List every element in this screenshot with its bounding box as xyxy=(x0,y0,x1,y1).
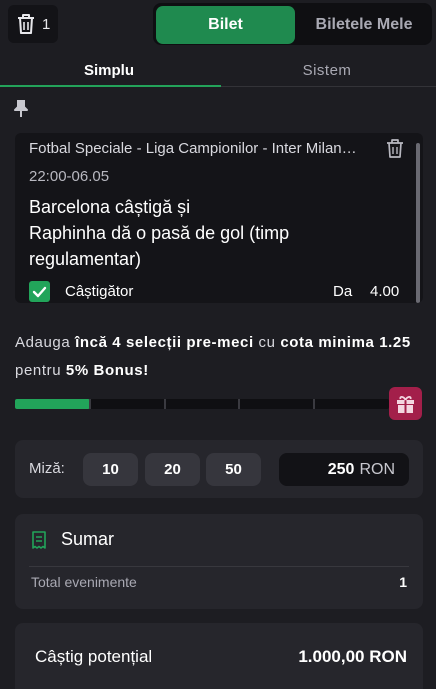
clear-betslip-button[interactable]: 1 xyxy=(8,5,58,43)
gift-button[interactable] xyxy=(389,387,422,420)
tab-biletele-mele[interactable]: Biletele Mele xyxy=(299,6,429,44)
summary-divider xyxy=(29,566,409,567)
delete-icon[interactable] xyxy=(386,139,404,159)
promo-text-3: pentru xyxy=(15,362,66,379)
progress-segment-divider xyxy=(163,399,166,409)
total-events-value: 1 xyxy=(399,574,407,590)
check-icon xyxy=(32,286,47,298)
promo-selections: încă 4 selecții pre-meci xyxy=(75,334,254,351)
summary-title: Sumar xyxy=(61,529,115,549)
market-name: Barcelona câștigă și Raphinha dă o pasă … xyxy=(29,194,389,272)
potential-win-panel: Câștig potențial 1.000,00 RON xyxy=(15,623,423,689)
progress-segment-divider xyxy=(88,399,91,409)
pick-label: Câștigător xyxy=(65,283,134,300)
progress-segment-divider xyxy=(238,399,241,409)
tab-sistem[interactable]: Sistem xyxy=(218,52,436,88)
potential-win-value: 1.000,00 RON xyxy=(298,647,407,666)
progress-segment-divider xyxy=(313,399,316,409)
stake-amount: 250 xyxy=(327,460,355,478)
card-scrollbar[interactable] xyxy=(416,143,420,303)
mode-tabs: Simplu Sistem xyxy=(0,52,436,88)
total-events-label: Total evenimente xyxy=(31,574,137,590)
promo-text-2: cu xyxy=(253,334,281,351)
bonus-progress-bar xyxy=(15,399,389,409)
bonus-promo-text: Adauga încă 4 selecții pre-meci cu cota … xyxy=(15,329,425,385)
market-line-1: Barcelona câștigă și xyxy=(29,197,191,217)
stake-label: Miză: xyxy=(29,460,65,477)
stake-chip-10[interactable]: 10 xyxy=(83,453,138,486)
event-name[interactable]: Fotbal Speciale - Liga Campionilor - Int… xyxy=(29,140,379,157)
promo-text-1: Adauga xyxy=(15,334,76,351)
summary-panel[interactable]: Sumar Total evenimente 1 xyxy=(15,514,423,609)
stake-input[interactable]: 250 RON xyxy=(279,453,409,486)
stake-panel: Miză: 10 20 50 250 RON xyxy=(15,440,423,498)
market-line-2: Raphinha dă o pasă de gol (timp regulame… xyxy=(29,223,290,269)
potential-win-label: Câștig potențial xyxy=(35,647,153,666)
promo-min-odds: cota minima 1.25 xyxy=(280,334,411,351)
trash-icon xyxy=(18,14,34,34)
tab-simplu[interactable]: Simplu xyxy=(0,52,218,88)
tab-divider xyxy=(221,86,436,87)
top-bar: 1 Bilet Biletele Mele xyxy=(0,0,436,50)
gift-icon xyxy=(397,395,414,413)
active-tab-indicator xyxy=(0,85,221,87)
selection-card: Fotbal Speciale - Liga Campionilor - Int… xyxy=(15,133,423,303)
stake-currency: RON xyxy=(359,460,395,478)
selection-count: 1 xyxy=(42,15,51,33)
betslip-toggle: Bilet Biletele Mele xyxy=(153,3,432,45)
tab-bilet[interactable]: Bilet xyxy=(156,6,295,44)
receipt-icon xyxy=(32,531,46,549)
stake-chip-50[interactable]: 50 xyxy=(206,453,261,486)
stake-chip-20[interactable]: 20 xyxy=(145,453,200,486)
promo-bonus: 5% Bonus! xyxy=(65,362,149,379)
odds-value: 4.00 xyxy=(370,283,400,300)
pin-icon[interactable] xyxy=(13,100,29,118)
event-time: 22:00-06.05 xyxy=(29,168,110,185)
pick-answer: Da xyxy=(333,283,353,300)
selection-checkbox[interactable] xyxy=(29,281,50,302)
bonus-progress-fill xyxy=(15,399,90,409)
